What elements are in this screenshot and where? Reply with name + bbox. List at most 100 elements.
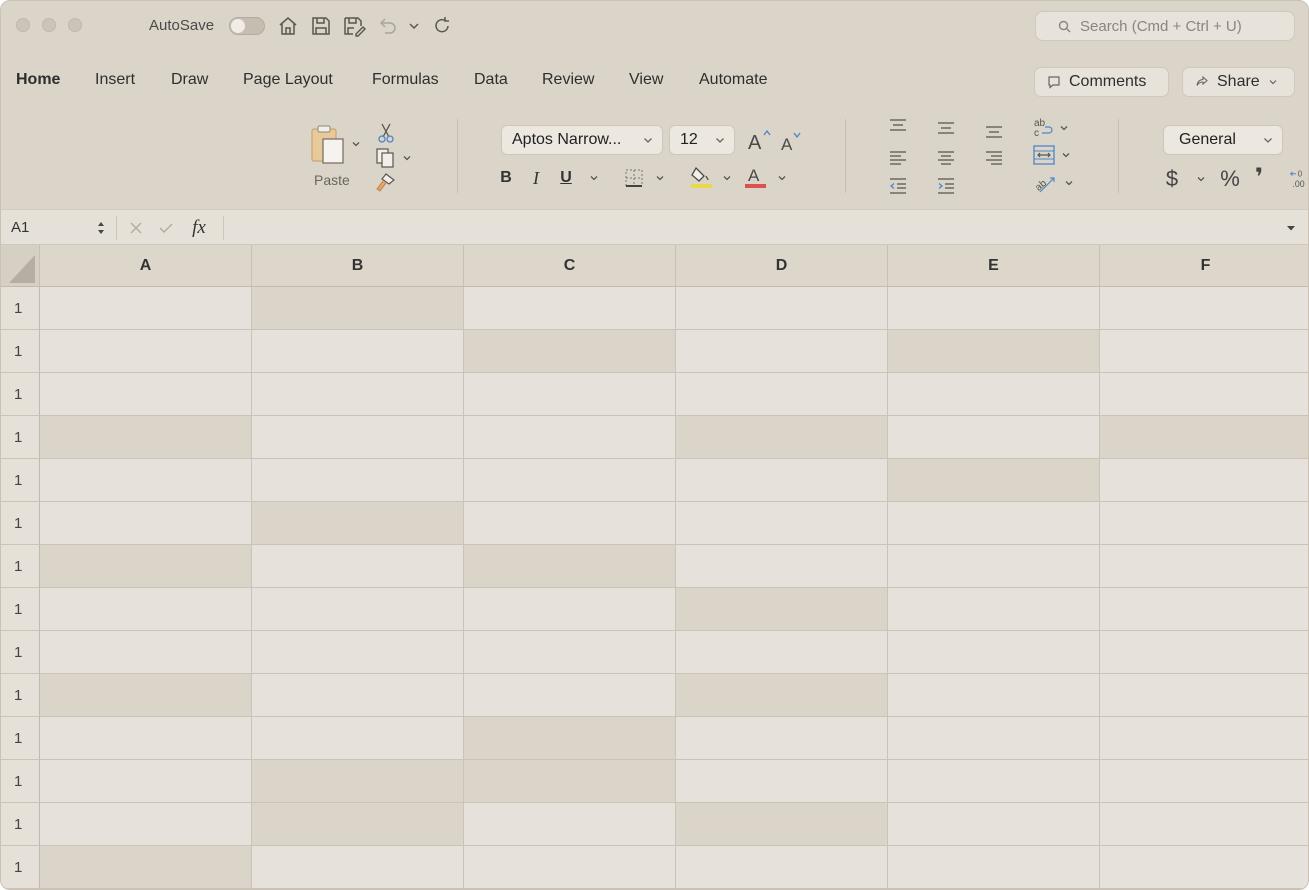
cell[interactable] (1100, 545, 1308, 588)
font-color-icon[interactable]: A (743, 164, 769, 190)
autosave-toggle[interactable] (229, 17, 265, 35)
cell[interactable] (40, 416, 252, 459)
cell[interactable] (888, 674, 1100, 717)
tab-review[interactable]: Review (542, 71, 594, 89)
cell[interactable] (40, 803, 252, 846)
cell[interactable] (676, 760, 888, 803)
row-header[interactable]: 1 (1, 545, 40, 588)
minimize-window-button[interactable] (42, 18, 56, 32)
cell[interactable] (464, 717, 676, 760)
comma-style-button[interactable]: ❜ (1249, 163, 1269, 191)
cell[interactable] (464, 674, 676, 717)
align-right-icon[interactable] (982, 147, 1006, 169)
row-header[interactable]: 1 (1, 373, 40, 416)
row-header[interactable]: 1 (1, 717, 40, 760)
cell[interactable] (888, 416, 1100, 459)
column-header-e[interactable]: E (888, 245, 1100, 287)
select-all-button[interactable] (1, 245, 40, 287)
enter-icon[interactable] (156, 218, 176, 238)
cell[interactable] (676, 459, 888, 502)
row-header[interactable]: 1 (1, 287, 40, 330)
italic-button[interactable]: I (526, 167, 546, 189)
paste-options-chevron[interactable] (349, 137, 363, 151)
cell[interactable] (464, 330, 676, 373)
cell[interactable] (252, 459, 464, 502)
cell[interactable] (888, 330, 1100, 373)
row-header[interactable]: 1 (1, 846, 40, 889)
row-header[interactable]: 1 (1, 416, 40, 459)
text-orientation-icon[interactable]: ab (1031, 171, 1059, 195)
align-bottom-icon[interactable] (982, 120, 1006, 142)
cell[interactable] (676, 545, 888, 588)
tab-formulas[interactable]: Formulas (372, 71, 439, 89)
cell[interactable] (40, 631, 252, 674)
cell[interactable] (40, 330, 252, 373)
cut-icon[interactable] (375, 122, 397, 144)
cell[interactable] (1100, 502, 1308, 545)
copy-options-chevron[interactable] (400, 152, 414, 164)
cell[interactable] (676, 416, 888, 459)
cell[interactable] (676, 803, 888, 846)
cell[interactable] (40, 373, 252, 416)
align-center-icon[interactable] (934, 147, 958, 169)
cell[interactable] (888, 588, 1100, 631)
cell[interactable] (252, 803, 464, 846)
tab-home[interactable]: Home (16, 71, 60, 89)
expand-formula-bar-icon[interactable] (1283, 220, 1299, 236)
cell[interactable] (464, 502, 676, 545)
tab-view[interactable]: View (629, 71, 663, 89)
cell[interactable] (464, 416, 676, 459)
cell[interactable] (676, 717, 888, 760)
cell[interactable] (252, 330, 464, 373)
cell[interactable] (464, 631, 676, 674)
column-header-c[interactable]: C (464, 245, 676, 287)
borders-icon[interactable] (621, 166, 647, 190)
number-format-select[interactable]: General (1163, 125, 1283, 155)
increase-indent-icon[interactable] (934, 175, 958, 197)
row-header[interactable]: 1 (1, 631, 40, 674)
cell[interactable] (676, 287, 888, 330)
currency-options-chevron[interactable] (1194, 173, 1208, 185)
merge-options-chevron[interactable] (1059, 149, 1073, 161)
align-left-icon[interactable] (886, 147, 910, 169)
fill-color-icon[interactable] (687, 164, 715, 190)
cell[interactable] (1100, 760, 1308, 803)
copy-icon[interactable] (373, 147, 399, 169)
cell[interactable] (252, 588, 464, 631)
cell[interactable] (40, 588, 252, 631)
currency-button[interactable]: $ (1161, 165, 1183, 193)
cell[interactable] (1100, 803, 1308, 846)
cell[interactable] (464, 545, 676, 588)
search-input[interactable]: Search (Cmd + Ctrl + U) (1035, 11, 1295, 41)
cell[interactable] (888, 545, 1100, 588)
cell[interactable] (1100, 588, 1308, 631)
tab-insert[interactable]: Insert (95, 71, 135, 89)
underline-button[interactable]: U (556, 167, 576, 189)
cell[interactable] (1100, 330, 1308, 373)
cell[interactable] (888, 717, 1100, 760)
cell[interactable] (888, 287, 1100, 330)
cell[interactable] (464, 803, 676, 846)
cell[interactable] (888, 459, 1100, 502)
column-header-b[interactable]: B (252, 245, 464, 287)
cell[interactable] (40, 760, 252, 803)
close-window-button[interactable] (16, 18, 30, 32)
zoom-window-button[interactable] (68, 18, 82, 32)
align-top-icon[interactable] (886, 115, 910, 137)
increase-decimal-icon[interactable]: 0.00 (1289, 165, 1308, 193)
row-header[interactable]: 1 (1, 803, 40, 846)
cell[interactable] (1100, 416, 1308, 459)
cell[interactable] (1100, 631, 1308, 674)
wrap-text-icon[interactable]: ab c (1031, 115, 1057, 141)
cell[interactable] (252, 631, 464, 674)
cell[interactable] (676, 674, 888, 717)
cell[interactable] (888, 373, 1100, 416)
cancel-icon[interactable] (127, 218, 145, 238)
font-size-select[interactable]: 12 (669, 125, 735, 155)
cell[interactable] (252, 760, 464, 803)
increase-font-size-icon[interactable]: A (745, 127, 773, 153)
cell[interactable] (888, 803, 1100, 846)
row-header[interactable]: 1 (1, 502, 40, 545)
cell[interactable] (252, 674, 464, 717)
cell[interactable] (252, 502, 464, 545)
